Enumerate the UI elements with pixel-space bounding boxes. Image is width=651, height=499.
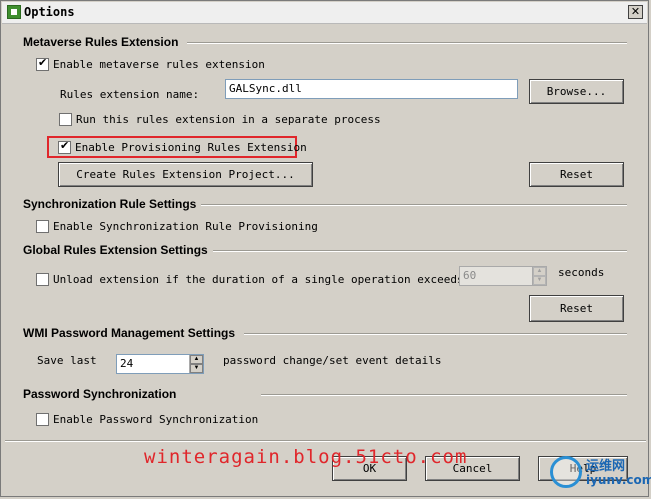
global-rules-section-divider	[213, 250, 627, 252]
logo-cn-text: 运维网	[586, 459, 626, 474]
sync-rule-section-divider	[201, 204, 627, 206]
rules-extension-name-label: Rules extension name:	[60, 88, 200, 101]
unload-extension-label: Unload extension if the duration of a si…	[53, 273, 471, 286]
global-reset-button[interactable]: Reset	[529, 295, 624, 322]
wmi-section-title: WMI Password Management Settings	[23, 326, 236, 340]
enable-password-sync-label: Enable Password Synchronization	[53, 413, 259, 426]
options-dialog: Options ✕ Metaverse Rules Extension Enab…	[0, 0, 651, 497]
enable-provisioning-label: Enable Provisioning Rules Extension	[75, 141, 307, 154]
seconds-label: seconds	[558, 266, 605, 279]
enable-metaverse-label: Enable metaverse rules extension	[53, 58, 265, 71]
enable-metaverse-checkbox[interactable]	[36, 56, 49, 71]
title-bar[interactable]: Options ✕	[2, 2, 647, 24]
enable-password-sync-checkbox[interactable]	[36, 413, 49, 426]
rules-extension-name-input[interactable]: GALSync.dll	[225, 79, 518, 99]
logo-en-text: iyunv.com	[586, 473, 651, 487]
metaverse-reset-button[interactable]: Reset	[529, 162, 624, 187]
metaverse-section-title: Metaverse Rules Extension	[23, 35, 179, 49]
spin-up-icon[interactable]: ▲	[533, 267, 546, 276]
password-sync-section-divider	[261, 394, 627, 396]
spin-down-icon[interactable]: ▼	[190, 364, 203, 373]
separate-process-checkbox[interactable]	[59, 113, 72, 126]
footer-divider	[5, 440, 646, 442]
spin-down-icon[interactable]: ▼	[533, 276, 546, 285]
sync-rule-section-title: Synchronization Rule Settings	[23, 197, 197, 211]
browse-button[interactable]: Browse...	[529, 79, 624, 104]
site-logo-watermark: 运维网 iyunv.com	[548, 452, 651, 492]
create-project-button[interactable]: Create Rules Extension Project...	[58, 162, 313, 187]
save-last-label: Save last	[37, 354, 97, 367]
wmi-section-divider	[244, 333, 627, 335]
metaverse-section-divider	[187, 42, 627, 44]
global-rules-section-title: Global Rules Extension Settings	[23, 243, 208, 257]
blog-watermark: winteragain.blog.51cto.com	[144, 446, 468, 468]
unload-extension-checkbox[interactable]	[36, 273, 49, 286]
enable-sync-rule-checkbox[interactable]	[36, 220, 49, 233]
spin-up-icon[interactable]: ▲	[190, 355, 203, 364]
window-title: Options	[24, 5, 75, 19]
separate-process-label: Run this rules extension in a separate p…	[76, 113, 381, 126]
event-details-label: password change/set event details	[223, 354, 442, 367]
enable-sync-rule-label: Enable Synchronization Rule Provisioning	[53, 220, 318, 233]
duration-seconds-spinner[interactable]: ▲ ▼	[532, 267, 546, 285]
app-icon	[7, 5, 21, 19]
password-sync-section-title: Password Synchronization	[23, 387, 177, 401]
save-last-spinner[interactable]: ▲ ▼	[189, 355, 203, 373]
enable-provisioning-checkbox[interactable]	[58, 139, 71, 154]
logo-ring-icon	[550, 456, 582, 488]
close-button[interactable]: ✕	[628, 5, 643, 19]
